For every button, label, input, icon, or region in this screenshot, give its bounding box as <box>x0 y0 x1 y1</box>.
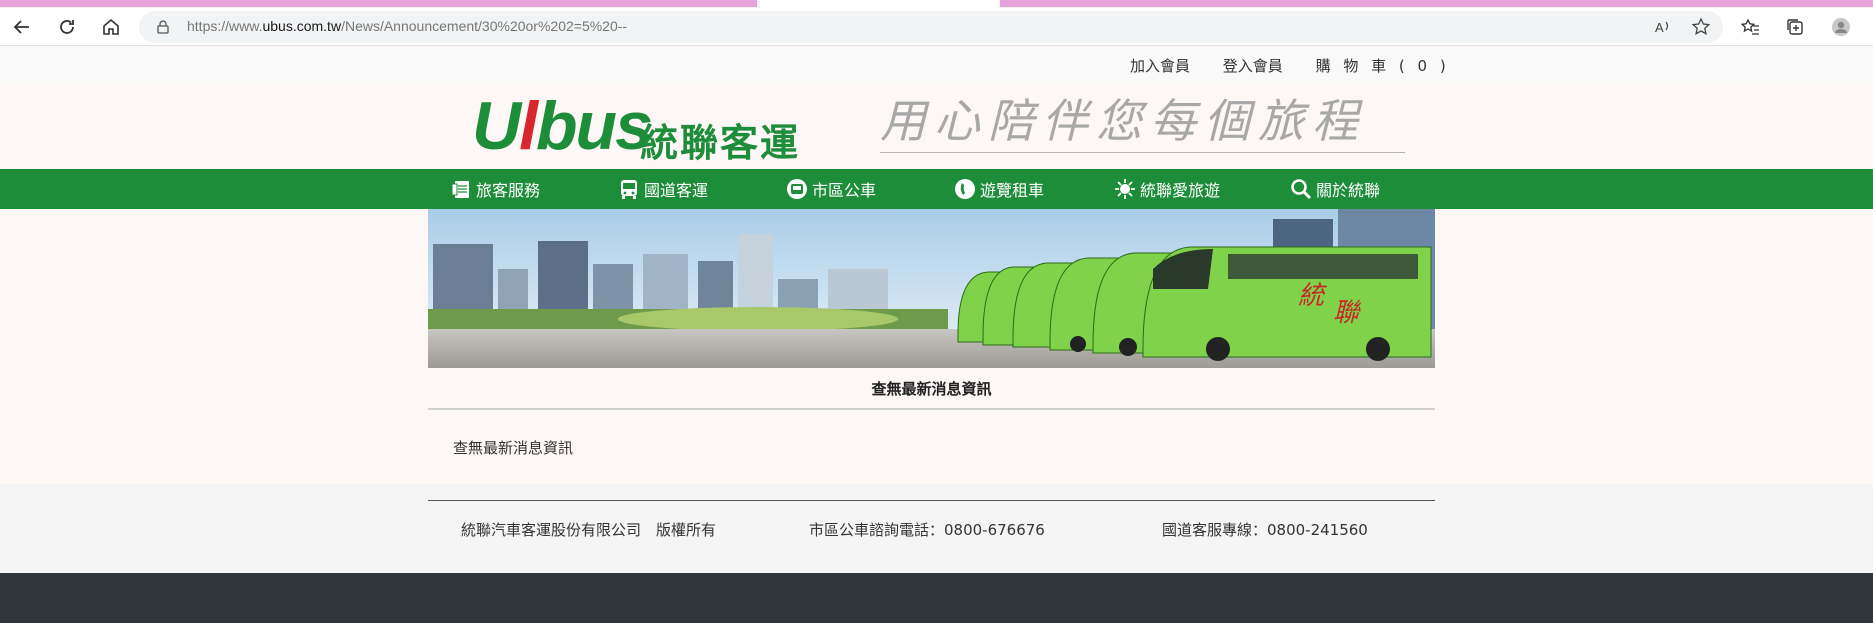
nav-label: 市區公車 <box>812 181 877 200</box>
city-bus-icon <box>787 179 807 199</box>
nav-love-travel[interactable]: 統聯愛旅遊 <box>1114 169 1220 209</box>
home-button[interactable] <box>96 12 126 42</box>
sun-icon <box>1115 179 1135 199</box>
collections-button[interactable] <box>1780 12 1810 42</box>
nav-label: 關於統聯 <box>1316 181 1381 200</box>
url-text[interactable]: https://www.ubus.com.tw/News/Announcemen… <box>187 18 627 34</box>
collections-icon <box>1787 19 1803 35</box>
join-member-link[interactable]: 加入會員 <box>1130 55 1190 76</box>
favorites-list-icon <box>1741 18 1759 35</box>
bus-icon <box>621 180 637 199</box>
search-icon <box>1291 179 1312 200</box>
browser-tab[interactable] <box>0 0 757 7</box>
favorites-button[interactable] <box>1736 12 1766 42</box>
avatar-icon <box>1832 18 1850 36</box>
phone-icon <box>955 179 975 199</box>
nav-about[interactable]: 關於統聯 <box>1290 169 1380 209</box>
footer-city-bus-phone: 市區公車諮詢電話：0800-676676 <box>809 521 1045 539</box>
browser-toolbar: https://www.ubus.com.tw/News/Announcemen… <box>0 8 1873 46</box>
logo-text: 統聯客運 <box>640 121 801 165</box>
footer-highway-phone: 國道客服專線：0800-241560 <box>1162 521 1368 539</box>
back-button[interactable] <box>7 12 37 42</box>
banner-image: 統 聯 <box>428 209 1435 368</box>
slogan: 用心陪伴您每個旅程 <box>880 93 1405 153</box>
read-aloud-icon[interactable]: A <box>1653 17 1673 37</box>
main-nav: 旅客服務 國道客運 市區公車 遊覽租車 統聯愛旅遊 關於統聯 <box>0 169 1873 209</box>
nav-label: 遊覽租車 <box>980 181 1045 200</box>
profile-button[interactable] <box>1826 12 1856 42</box>
svg-text:統: 統 <box>1298 281 1328 311</box>
nav-city-bus[interactable]: 市區公車 <box>786 169 876 209</box>
news-section-title: 查無最新消息資訊 <box>871 380 992 398</box>
passenger-service-icon <box>451 181 469 198</box>
login-member-link[interactable]: 登入會員 <box>1223 55 1283 76</box>
bottom-strip <box>0 623 1873 629</box>
top-bar <box>0 47 1873 82</box>
svg-text:聯: 聯 <box>1333 298 1362 328</box>
nav-highway-bus[interactable]: 國道客運 <box>618 169 708 209</box>
nav-tour-rental[interactable]: 遊覽租車 <box>954 169 1044 209</box>
nav-label: 統聯愛旅遊 <box>1140 181 1221 200</box>
tab-strip <box>0 0 1873 8</box>
footer-dark-bar <box>0 573 1873 623</box>
ubus-logo[interactable]: Ulbus 統聯客運 <box>472 88 798 165</box>
browser-tab-active[interactable] <box>760 0 998 8</box>
lock-icon[interactable] <box>155 19 171 35</box>
shopping-cart-link[interactable]: 購 物 車 ( 0 ) <box>1316 55 1450 76</box>
favorite-star-icon[interactable] <box>1691 17 1711 37</box>
back-arrow-icon <box>13 20 29 34</box>
footer-divider <box>428 500 1435 501</box>
svg-text:A: A <box>1655 20 1664 35</box>
member-links: 加入會員 登入會員 購 物 車 ( 0 ) <box>1130 55 1450 76</box>
divider <box>428 408 1435 410</box>
refresh-icon <box>60 20 74 34</box>
refresh-button[interactable] <box>52 12 82 42</box>
slogan-text: 用心陪伴您每個旅程 <box>880 94 1366 148</box>
home-icon <box>103 18 119 35</box>
nav-passenger-service[interactable]: 旅客服務 <box>450 169 540 209</box>
nav-label: 旅客服務 <box>476 181 541 200</box>
address-bar[interactable]: https://www.ubus.com.tw/News/Announcemen… <box>139 11 1723 43</box>
footer-copyright: 統聯汽車客運股份有限公司 版權所有 <box>461 521 717 539</box>
ubus-logo-mark: Ulbus <box>472 88 653 164</box>
news-empty-message: 查無最新消息資訊 <box>453 439 574 457</box>
browser-tab[interactable] <box>1000 0 1873 7</box>
nav-label: 國道客運 <box>644 181 709 200</box>
